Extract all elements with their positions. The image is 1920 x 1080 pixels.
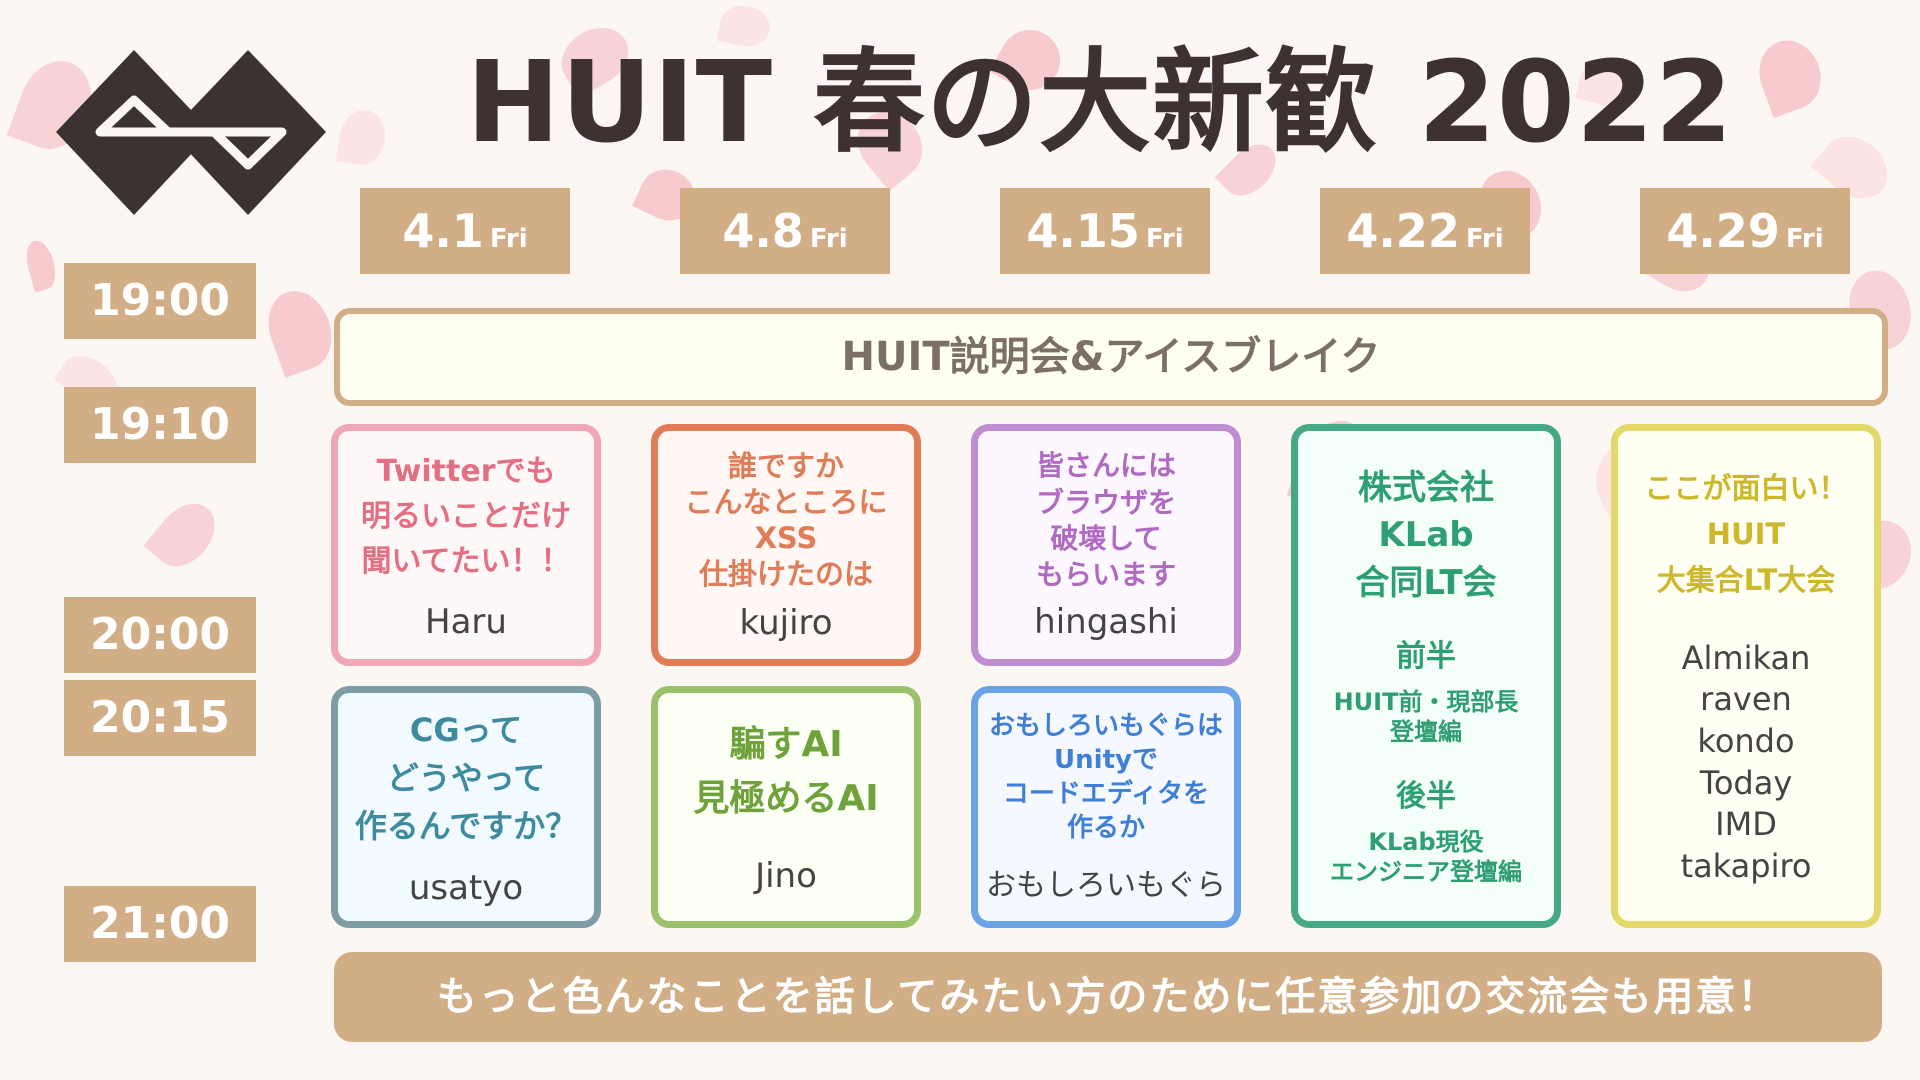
date-header: 4.22 Fri [1320, 188, 1530, 274]
session-speaker: hingashi [1034, 601, 1178, 642]
date-header: 4.29 Fri [1640, 188, 1850, 274]
session-speaker: おもしろいもぐら [986, 867, 1226, 903]
session-card: ここが面白い！ HUIT 大集合LT大会 Almikan raven kondo… [1611, 424, 1881, 928]
session-title: CGって どうやって 作るんですか？ [354, 711, 578, 845]
footer-banner: もっと色んなことを話してみたい方のために任意参加の交流会も用意！ [334, 952, 1882, 1042]
session-card: おもしろいもぐらは Unityで コードエディタを 作るか おもしろいもぐら [971, 686, 1241, 928]
session-card: 誰ですか こんなところに XSS 仕掛けたのは kujiro [651, 424, 921, 666]
time-label: 19:10 [64, 387, 256, 463]
date-label: 4.29 [1666, 204, 1780, 258]
date-header: 4.8 Fri [680, 188, 890, 274]
session-speaker: kujiro [739, 602, 833, 643]
session-speakers: Almikan raven kondo Today IMD takapiro [1680, 638, 1812, 885]
day-label: Fri [1465, 224, 1504, 254]
page-title: HUIT 春の大新歓 2022 [466, 38, 1734, 168]
part1-desc: HUIT前・現部長 登壇編 [1333, 688, 1519, 747]
day-label: Fri [1145, 224, 1184, 254]
time-label: 21:00 [64, 886, 256, 962]
part2-desc: KLab現役 エンジニア登壇編 [1330, 828, 1522, 887]
time-label: 20:15 [64, 680, 256, 756]
part1-label: 前半 [1396, 639, 1456, 675]
session-title: Twitterでも 明るいことだけ 聞いてたい！！ [361, 453, 571, 579]
session-card: 株式会社 KLab 合同LT会 前半 HUIT前・現部長 登壇編 後半 KLab… [1291, 424, 1561, 928]
session-card: 騙すAI 見極めるAI Jino [651, 686, 921, 928]
day-label: Fri [809, 224, 848, 254]
part2-label: 後半 [1396, 779, 1456, 815]
date-label: 4.15 [1026, 204, 1140, 258]
session-title: 皆さんには ブラウザを 破壊して もらいます [1035, 449, 1176, 592]
session-title: おもしろいもぐらは Unityで コードエディタを 作るか [988, 711, 1223, 843]
session-title: 株式会社 KLab 合同LT会 [1355, 467, 1497, 603]
session-speaker: usatyo [408, 868, 524, 908]
date-label: 4.22 [1346, 204, 1460, 258]
date-label: 4.1 [402, 204, 484, 258]
day-label: Fri [1785, 224, 1824, 254]
session-title: 誰ですか こんなところに XSS 仕掛けたのは [684, 448, 888, 592]
day-label: Fri [489, 224, 528, 254]
session-title: ここが面白い！ HUIT 大集合LT大会 [1644, 470, 1848, 598]
date-header: 4.1 Fri [360, 188, 570, 274]
orientation-banner: HUIT説明会&アイスブレイク [334, 308, 1888, 406]
session-title: 騙すAI 見極めるAI [693, 724, 879, 819]
time-label: 20:00 [64, 597, 256, 673]
session-speaker: Haru [425, 601, 507, 642]
session-card: Twitterでも 明るいことだけ 聞いてたい！！ Haru [331, 424, 601, 666]
session-speaker: Jino [755, 856, 817, 896]
session-card: CGって どうやって 作るんですか？ usatyo [331, 686, 601, 928]
session-card: 皆さんには ブラウザを 破壊して もらいます hingashi [971, 424, 1241, 666]
time-label: 19:00 [64, 263, 256, 339]
date-header: 4.15 Fri [1000, 188, 1210, 274]
huit-logo [56, 50, 326, 215]
date-label: 4.8 [722, 204, 804, 258]
